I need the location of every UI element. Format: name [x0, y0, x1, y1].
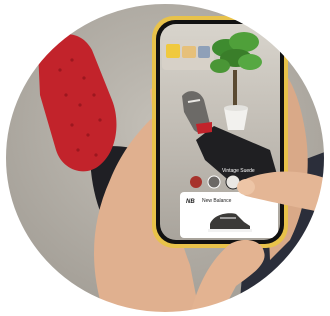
- photo-circle: Vintage Suede NB New Balance: [5, 3, 325, 313]
- new-balance-logo-icon: NB: [186, 199, 195, 205]
- photo: Vintage Suede NB New Balance: [0, 0, 330, 316]
- product-title: New Balance: [202, 198, 232, 204]
- cushion-yellow: [166, 44, 180, 58]
- cushion-blue: [198, 46, 210, 58]
- ar-red-sock: [196, 122, 212, 134]
- grey-swatch[interactable]: [207, 175, 221, 189]
- phone-screen: Vintage Suede NB New Balance: [160, 24, 280, 240]
- swatch-label: Vintage Suede: [222, 168, 255, 174]
- red-swatch[interactable]: [190, 176, 202, 188]
- cushion-beige: [182, 46, 196, 58]
- scene-svg: Vintage Suede NB New Balance: [4, 2, 326, 314]
- right-fingertip: [237, 179, 255, 195]
